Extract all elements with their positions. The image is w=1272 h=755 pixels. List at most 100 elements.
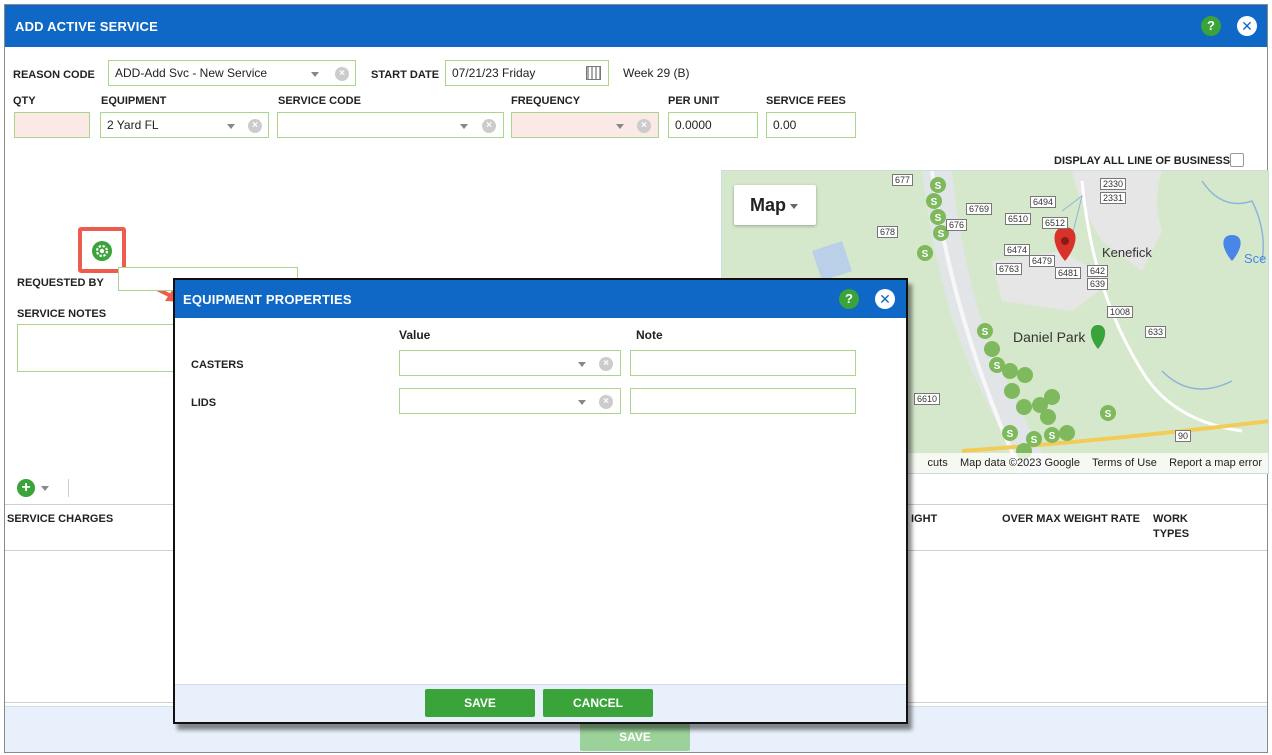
service-fees-input[interactable]: 0.00 bbox=[766, 112, 856, 138]
clear-icon[interactable]: × bbox=[599, 395, 613, 409]
calendar-icon[interactable] bbox=[586, 66, 601, 80]
service-code-select[interactable]: × bbox=[277, 112, 504, 138]
svg-text:S: S bbox=[935, 213, 942, 224]
map-data-credit: Map data ©2023 Google bbox=[959, 457, 1080, 469]
chevron-down-icon bbox=[616, 124, 624, 129]
value-column-header: Value bbox=[399, 328, 431, 342]
road-number: 633 bbox=[1145, 326, 1167, 338]
requested-by-label: REQUESTED BY bbox=[17, 277, 104, 289]
casters-label: CASTERS bbox=[191, 359, 244, 371]
map-keyboard-shortcuts[interactable]: cuts bbox=[928, 457, 948, 469]
svg-text:S: S bbox=[938, 229, 945, 240]
caret-down-icon bbox=[790, 203, 798, 209]
per-unit-input[interactable]: 0.0000 bbox=[668, 112, 758, 138]
service-fees-label: SERVICE FEES bbox=[766, 95, 846, 107]
chevron-down-icon bbox=[578, 362, 586, 367]
display-all-lob-checkbox[interactable] bbox=[1230, 153, 1244, 167]
dialog-footer: SAVE CANCEL bbox=[175, 684, 906, 722]
week-indicator: Week 29 (B) bbox=[623, 66, 690, 80]
service-notes-textarea[interactable] bbox=[17, 324, 187, 372]
road-number: 2330 bbox=[1100, 178, 1127, 190]
svg-text:S: S bbox=[931, 197, 938, 208]
clear-icon[interactable]: × bbox=[637, 119, 651, 133]
map-place-sce: Sce bbox=[1244, 251, 1267, 266]
road-number: 6763 bbox=[996, 263, 1023, 275]
svg-text:S: S bbox=[1031, 435, 1038, 446]
chevron-down-icon[interactable] bbox=[41, 486, 49, 491]
lids-label: LIDS bbox=[191, 397, 217, 409]
gear-icon bbox=[95, 244, 109, 258]
frequency-label: FREQUENCY bbox=[511, 95, 581, 107]
close-icon[interactable]: ✕ bbox=[1237, 16, 1257, 36]
qty-label: QTY bbox=[13, 95, 36, 107]
chevron-down-icon bbox=[227, 124, 235, 129]
reason-code-value: ADD-Add Svc - New Service bbox=[115, 66, 268, 80]
clear-icon[interactable]: × bbox=[482, 119, 496, 133]
frequency-select[interactable]: × bbox=[511, 112, 659, 138]
close-icon[interactable]: ✕ bbox=[875, 289, 895, 309]
road-number: 1008 bbox=[1107, 306, 1134, 318]
service-fees-value: 0.00 bbox=[773, 118, 797, 132]
service-notes-label: SERVICE NOTES bbox=[17, 308, 107, 320]
road-number: 6512 bbox=[1042, 217, 1069, 229]
weight-column-header: IGHT bbox=[911, 513, 938, 525]
road-number: 6494 bbox=[1030, 196, 1057, 208]
chevron-down-icon bbox=[578, 400, 586, 405]
service-charges-header: SERVICE CHARGES bbox=[7, 513, 114, 525]
help-icon[interactable]: ? bbox=[1201, 16, 1221, 36]
casters-note-input[interactable] bbox=[630, 350, 856, 376]
work-types-header-line2: TYPES bbox=[1153, 528, 1190, 540]
road-number: 678 bbox=[877, 226, 899, 238]
road-number: 676 bbox=[946, 219, 968, 231]
svg-text:S: S bbox=[922, 249, 929, 260]
per-unit-label: PER UNIT bbox=[668, 95, 720, 107]
lids-note-input[interactable] bbox=[630, 388, 856, 414]
clear-icon[interactable]: × bbox=[599, 357, 613, 371]
clear-icon[interactable]: × bbox=[335, 67, 349, 81]
qty-input[interactable] bbox=[14, 112, 90, 138]
start-date-value: 07/21/23 Friday bbox=[452, 66, 536, 80]
lids-value-select[interactable]: × bbox=[399, 388, 621, 414]
road-number: 6481 bbox=[1055, 267, 1082, 279]
casters-value-select[interactable]: × bbox=[399, 350, 621, 376]
svg-text:S: S bbox=[1007, 429, 1014, 440]
svg-text:S: S bbox=[1049, 431, 1056, 442]
display-all-lob-label: DISPLAY ALL LINE OF BUSINESS bbox=[1054, 155, 1231, 167]
equipment-label: EQUIPMENT bbox=[101, 95, 167, 107]
road-number: 642 bbox=[1087, 265, 1109, 277]
dialog-save-button[interactable]: SAVE bbox=[425, 689, 535, 717]
road-number: 677 bbox=[892, 174, 914, 186]
svg-text:S: S bbox=[1105, 409, 1112, 420]
add-icon[interactable]: + bbox=[17, 479, 35, 497]
map-terms-link[interactable]: Terms of Use bbox=[1092, 457, 1157, 469]
road-number: 6610 bbox=[914, 393, 941, 405]
window-titlebar: ADD ACTIVE SERVICE ? ✕ bbox=[5, 5, 1267, 47]
dialog-titlebar: EQUIPMENT PROPERTIES ? ✕ bbox=[175, 280, 906, 318]
map-place-daniel-park: Daniel Park bbox=[1013, 329, 1086, 345]
clear-icon[interactable]: × bbox=[248, 119, 262, 133]
main-save-button[interactable]: SAVE bbox=[580, 723, 690, 751]
work-types-header-line1: WORK bbox=[1153, 513, 1188, 525]
reason-code-label: REASON CODE bbox=[13, 69, 95, 81]
map-report-error-link[interactable]: Report a map error bbox=[1169, 457, 1262, 469]
dialog-cancel-button[interactable]: CANCEL bbox=[543, 689, 653, 717]
start-date-input[interactable]: 07/21/23 Friday bbox=[445, 60, 609, 86]
map-type-button[interactable]: Map bbox=[734, 185, 816, 225]
svg-text:S: S bbox=[982, 327, 989, 338]
road-number: 6510 bbox=[1005, 213, 1032, 225]
window-title: ADD ACTIVE SERVICE bbox=[15, 19, 159, 34]
equipment-value: 2 Yard FL bbox=[107, 118, 159, 132]
per-unit-value: 0.0000 bbox=[675, 118, 712, 132]
equipment-properties-gear-button[interactable] bbox=[92, 241, 112, 261]
road-number: 6769 bbox=[966, 203, 993, 215]
reason-code-select[interactable]: ADD-Add Svc - New Service × bbox=[108, 60, 356, 86]
equipment-select[interactable]: 2 Yard FL × bbox=[100, 112, 269, 138]
help-icon[interactable]: ? bbox=[839, 289, 859, 309]
toolbar-divider bbox=[68, 479, 69, 497]
chevron-down-icon bbox=[460, 124, 468, 129]
map-place-kenefick: Kenefick bbox=[1102, 245, 1152, 260]
svg-text:S: S bbox=[935, 181, 942, 192]
map-type-label: Map bbox=[750, 195, 786, 215]
equipment-properties-dialog: EQUIPMENT PROPERTIES ? ✕ Value Note CAST… bbox=[173, 278, 908, 724]
start-date-label: START DATE bbox=[371, 69, 440, 81]
